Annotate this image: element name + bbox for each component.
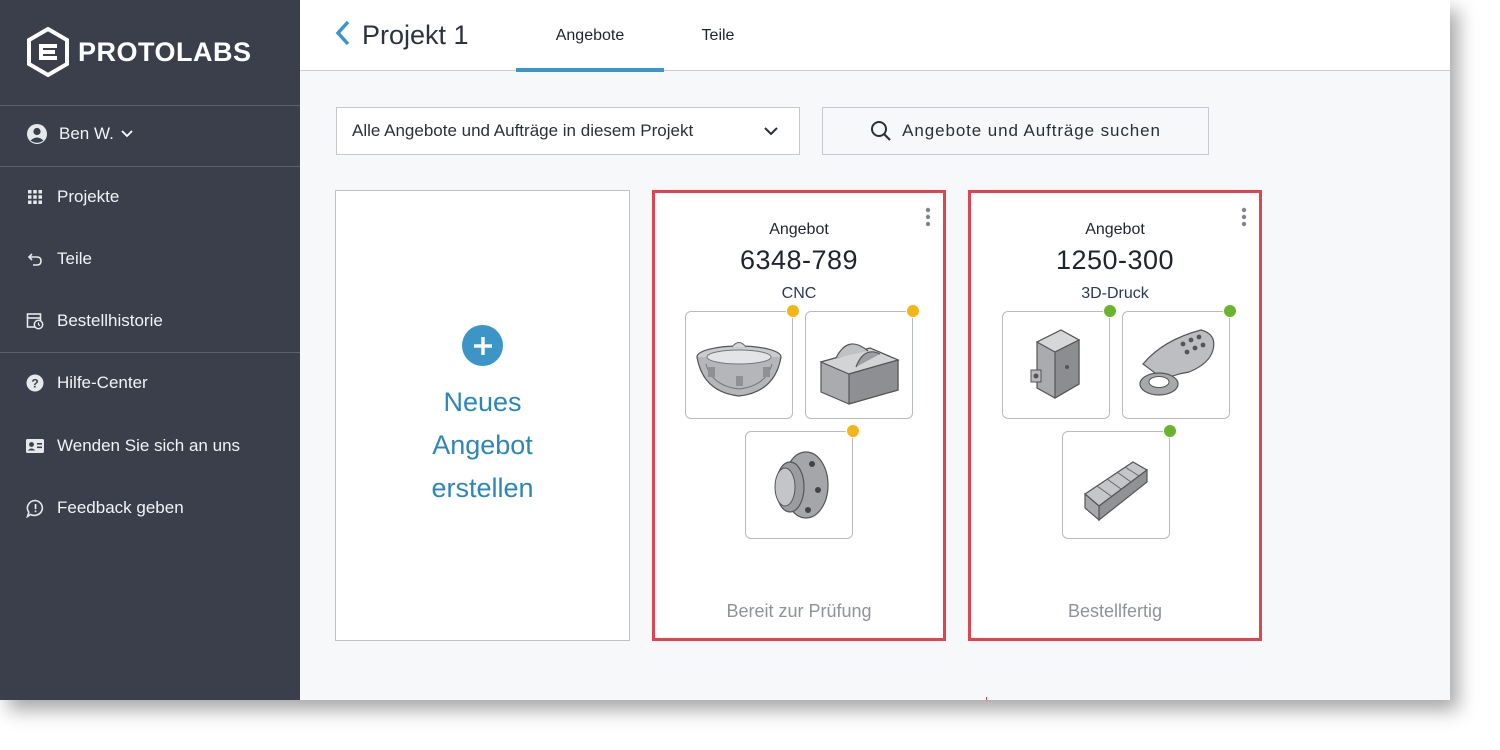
dome-part-icon: [696, 342, 782, 397]
new-quote-label: Neues Angebot erstellen: [336, 381, 629, 510]
chevron-down-icon: [120, 129, 134, 139]
top-header: Projekt 1 Angebote Teile: [300, 0, 1450, 72]
plus-icon: [462, 325, 503, 366]
status-dot: [846, 424, 860, 438]
rail-part-icon: [1084, 461, 1149, 522]
svg-text:?: ?: [31, 376, 38, 390]
brand-name: PROTOLABS: [78, 36, 252, 67]
part-thumbnail[interactable]: [685, 304, 800, 419]
sidebar-item-label: Bestellhistorie: [57, 311, 163, 330]
search-icon: [870, 120, 892, 142]
chevron-left-icon: [334, 19, 352, 52]
quote-label: Angebot: [1085, 221, 1145, 238]
chevron-down-icon: [763, 123, 779, 144]
app-window: PROTOLABS Ben W. Projekte Teile Bestellh…: [0, 0, 1450, 700]
sidebar-item-bestellhistorie[interactable]: Bestellhistorie: [24, 306, 163, 336]
sidebar-divider: [0, 166, 300, 167]
protolabs-hex-icon: [27, 27, 69, 77]
status-dot: [1103, 304, 1117, 318]
help-icon: ?: [24, 372, 46, 394]
flange-part-icon: [774, 451, 829, 519]
block-part-icon: [819, 343, 900, 405]
sidebar-item-hilfe-center[interactable]: ? Hilfe-Center: [24, 368, 148, 398]
quote-label: Angebot: [769, 221, 829, 238]
quote-status: Bestellfertig: [1067, 601, 1163, 621]
user-name: Ben W.: [59, 124, 114, 143]
tab-label: Teile: [701, 26, 735, 44]
divider-mark: [986, 697, 987, 700]
sidebar-item-projekte[interactable]: Projekte: [24, 182, 119, 212]
quote-process: CNC: [781, 285, 817, 302]
new-quote-label-line: Angebot: [432, 430, 533, 460]
new-quote-label-line: erstellen: [431, 473, 534, 503]
feedback-icon: [24, 497, 46, 519]
quote-number: 6348-789: [739, 245, 859, 275]
order-history-icon: [24, 310, 46, 332]
quote-card[interactable]: Angebot 1250-300 3D-Druck Bestellfertig: [968, 190, 1262, 641]
user-avatar-icon: [26, 123, 48, 145]
quote-card[interactable]: Angebot 6348-789 CNC Bereit zur Prüfung: [652, 190, 946, 641]
part-thumbnail[interactable]: [1002, 304, 1117, 419]
sidebar-item-label: Projekte: [57, 187, 120, 206]
search-label: Angebote und Aufträge suchen: [902, 121, 1161, 140]
sidebar-divider: [0, 352, 300, 353]
status-dot: [1163, 424, 1177, 438]
sidebar-item-feedback[interactable]: Feedback geben: [24, 493, 184, 523]
sidebar-item-kontakt[interactable]: Wenden Sie sich an uns: [24, 431, 240, 461]
part-thumbnail[interactable]: [1062, 424, 1177, 539]
part-thumbnail[interactable]: [1122, 304, 1237, 419]
quote-filter-value: Alle Angebote und Aufträge in diesem Pro…: [352, 121, 694, 140]
sidebar-item-teile[interactable]: Teile: [24, 244, 92, 274]
status-dot: [1223, 304, 1237, 318]
sidebar-item-label: Feedback geben: [57, 498, 184, 517]
search-button[interactable]: Angebote und Aufträge suchen: [822, 107, 1209, 155]
quote-status: Bereit zur Prüfung: [726, 601, 872, 621]
quote-filter-select[interactable]: Alle Angebote und Aufträge in diesem Pro…: [336, 107, 800, 155]
part-thumbnail[interactable]: [745, 424, 860, 539]
sidebar-item-label: Teile: [57, 249, 92, 268]
tab-angebote[interactable]: Angebote: [516, 0, 664, 72]
part-thumbnail[interactable]: [805, 304, 920, 419]
contact-card-icon: [24, 435, 46, 457]
protolabs-logo[interactable]: PROTOLABS: [26, 26, 252, 78]
undo-arrow-icon: [24, 248, 46, 270]
bracket-part-icon: [1139, 329, 1215, 396]
sidebar-item-label: Wenden Sie sich an uns: [57, 436, 241, 455]
tab-label: Angebote: [555, 26, 625, 44]
back-to-projects[interactable]: Projekt 1: [334, 19, 469, 52]
new-quote-card[interactable]: Neues Angebot erstellen: [335, 190, 630, 641]
status-dot: [906, 304, 920, 318]
status-dot: [786, 304, 800, 318]
sidebar: PROTOLABS Ben W. Projekte Teile Bestellh…: [0, 0, 300, 700]
quote-number: 1250-300: [1055, 245, 1175, 275]
user-menu[interactable]: Ben W.: [26, 119, 134, 149]
grid-icon: [24, 186, 46, 208]
tab-teile[interactable]: Teile: [664, 0, 772, 71]
housing-part-icon: [1030, 329, 1081, 400]
sidebar-divider: [0, 105, 300, 106]
page-title: Projekt 1: [362, 20, 469, 50]
new-quote-label-line: Neues: [443, 387, 522, 417]
quote-process: 3D-Druck: [1081, 285, 1149, 302]
sidebar-item-label: Hilfe-Center: [57, 373, 148, 392]
